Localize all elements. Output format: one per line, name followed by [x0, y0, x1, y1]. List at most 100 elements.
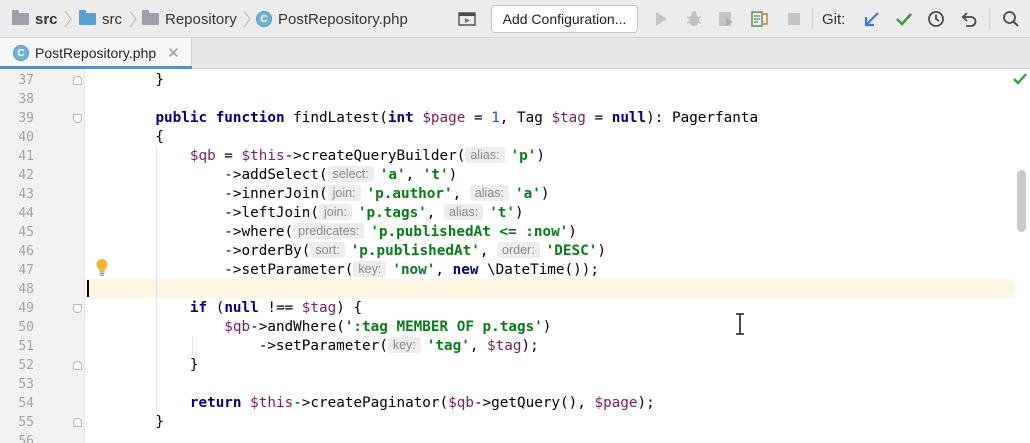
line-number: 50 [18, 320, 34, 335]
code-line[interactable]: ->addSelect(select: 'a', 't') [121, 166, 457, 185]
fold-marker[interactable] [73, 76, 82, 85]
code-token: 1 [491, 110, 500, 126]
tab-postrepository[interactable]: C PostRepository.php ✕ [0, 38, 192, 69]
code-token: 't' [422, 167, 449, 183]
code-token: , [452, 186, 470, 202]
folder-icon [142, 10, 159, 25]
code-line[interactable]: ->leftJoin(join: 'p.tags', alias: 't') [121, 204, 524, 223]
code-line[interactable]: ->innerJoin(join: 'p.author', alias: 'a') [121, 185, 549, 204]
code-line[interactable]: ->where(predicates: 'p.publishedAt <= :no… [121, 223, 577, 242]
parameter-hint: alias: [465, 147, 505, 163]
line-number: 55 [18, 415, 34, 430]
coverage-icon[interactable] [716, 9, 736, 29]
line-number: 37 [18, 73, 34, 88]
lightbulb-icon[interactable] [95, 258, 109, 277]
line-number: 41 [18, 149, 34, 164]
code-token: ->innerJoin( [121, 186, 328, 202]
code-token: int [387, 110, 414, 126]
code-line[interactable]: $qb->andWhere(':tag MEMBER OF p.tags') [121, 318, 551, 337]
line-number: 46 [18, 244, 34, 259]
code-token: ->leftJoin( [121, 205, 319, 221]
line-number: 47 [18, 263, 34, 278]
line-number: 51 [18, 339, 34, 354]
code-token: ) [540, 186, 550, 202]
code-editor[interactable]: 37 38 39 40 41 42 43 44 45 46 47 48 49 50 51 52 53 54 55 56… [0, 70, 1030, 443]
fold-marker[interactable] [73, 361, 82, 370]
code-token: findLatest( [284, 110, 388, 126]
fold-marker[interactable] [73, 418, 82, 427]
add-configuration-button[interactable]: Add Configuration... [491, 5, 638, 33]
profile-icon[interactable] [749, 9, 769, 29]
stop-icon[interactable] [784, 9, 804, 29]
code-token: 'p.tags' [357, 205, 427, 221]
text-caret [87, 280, 89, 297]
code-token: } [121, 72, 165, 88]
code-token: ->getQuery(), [473, 395, 595, 411]
parameter-hint: order: [497, 242, 540, 258]
git-commit-icon[interactable] [894, 9, 914, 29]
inspection-ok-icon[interactable] [1012, 72, 1028, 86]
code-token: 'a' [379, 167, 406, 183]
code-token: ); [637, 395, 655, 411]
code-token: ':tag MEMBER OF p.tags' [344, 319, 543, 335]
breadcrumb-src[interactable]: src [79, 0, 122, 38]
code-token: = [465, 110, 492, 126]
fold-marker[interactable] [73, 114, 82, 123]
gutter-divider [84, 70, 85, 443]
code-line[interactable]: } [121, 71, 164, 90]
breadcrumb-label: src [102, 10, 122, 28]
toolbar-separator [812, 8, 813, 30]
line-number: 42 [18, 168, 34, 183]
line-number: 54 [18, 396, 34, 411]
search-icon[interactable] [1001, 9, 1021, 29]
line-number: 39 [18, 111, 34, 126]
breadcrumb-separator-icon [64, 10, 72, 28]
code-token: ) [568, 224, 577, 240]
code-line[interactable]: } [121, 356, 199, 375]
code-token: $qb [189, 148, 216, 164]
code-line[interactable]: { [121, 128, 164, 147]
parameter-hint: predicates: [293, 223, 365, 239]
close-icon[interactable]: ✕ [167, 44, 180, 62]
code-line[interactable]: $qb = $this->createQueryBuilder(alias: 'p… [121, 147, 545, 166]
code-line[interactable]: if (null !== $tag) { [121, 299, 362, 318]
line-number: 44 [18, 206, 34, 221]
breadcrumb-separator-icon [129, 10, 137, 28]
fold-marker[interactable] [73, 304, 82, 313]
breadcrumb-separator-icon [243, 10, 251, 28]
git-update-icon[interactable] [862, 9, 882, 29]
navigation-bar: src src Repository C PostRepository.php … [0, 0, 1030, 38]
code-line[interactable]: return $this->createPaginator($qb->getQu… [121, 394, 655, 413]
code-token: , [479, 243, 498, 259]
code-line[interactable]: ->orderBy(sort: 'p.publishedAt', order: 'D… [121, 242, 606, 261]
folder-icon [12, 10, 29, 25]
folder-blue-icon [79, 10, 96, 25]
code-line[interactable]: ->setParameter(key: 'tag', $tag); [121, 337, 539, 356]
history-icon[interactable] [926, 9, 946, 29]
rollback-icon[interactable] [959, 9, 979, 29]
code-token: $qb [224, 319, 251, 335]
debug-icon[interactable] [684, 9, 704, 29]
code-line[interactable]: public function findLatest(int $page = 1… [121, 109, 758, 128]
code-token: ->addSelect( [121, 167, 328, 183]
code-token: ->createQueryBuilder( [284, 148, 466, 164]
breadcrumb-file[interactable]: C PostRepository.php [256, 0, 408, 38]
code-line[interactable]: } [121, 413, 164, 432]
code-token: $tag [551, 110, 586, 126]
code-line[interactable]: ->setParameter(key:'now', new \DateTime(… [121, 261, 599, 280]
code-token: , [435, 262, 453, 278]
code-token: ) [515, 205, 524, 221]
breadcrumb-src-root[interactable]: src [12, 0, 58, 38]
run-window-icon[interactable] [457, 9, 477, 29]
code-token: $this [241, 148, 285, 164]
vertical-scrollbar[interactable] [1017, 170, 1026, 232]
code-token: $this [250, 395, 294, 411]
code-token: , Tag [499, 110, 552, 126]
toolbar-separator [989, 8, 990, 30]
breadcrumb-repository[interactable]: Repository [142, 0, 237, 38]
run-icon[interactable] [651, 9, 671, 29]
git-label: Git: [822, 10, 846, 28]
breadcrumb-label: src [35, 10, 58, 28]
